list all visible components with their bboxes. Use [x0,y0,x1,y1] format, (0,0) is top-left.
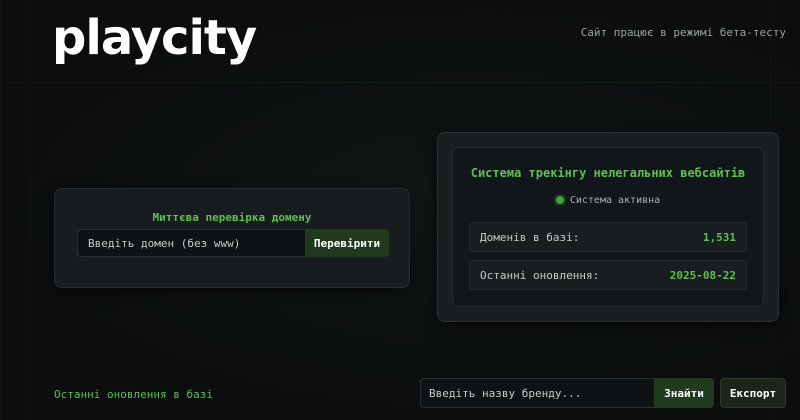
quick-check-card: Миттєва перевірка домену Перевірити [54,188,410,288]
stat-label: Останні оновлення: [480,269,600,282]
stat-value: 2025-08-22 [669,269,736,282]
system-status: Система активна [453,195,763,206]
playcity-logo[interactable]: playcity [52,10,257,66]
domain-input[interactable] [77,229,305,257]
grid-line [30,0,31,420]
brand-search-input[interactable] [420,378,654,408]
status-label: Система активна [569,195,661,206]
tracker-card: Система трекінгу нелегальних вебсайтів С… [437,132,779,322]
stat-value: 1,531 [702,231,736,244]
stat-label: Доменів в базі: [480,231,580,244]
find-button[interactable]: Знайти [654,378,714,408]
tracker-title: Система трекінгу нелегальних вебсайтів [470,166,746,180]
quick-check-title: Миттєва перевірка домену [152,211,312,224]
grid-line [0,82,800,83]
recent-updates-heading: Останні оновлення в базі [54,388,213,401]
stat-domains-count: Доменів в базі: 1,531 [469,222,747,252]
status-dot-icon [555,196,564,204]
check-button[interactable]: Перевірити [305,229,389,257]
beta-notice: Сайт працює в режимі бета-тесту [580,26,786,39]
stat-last-update: Останні оновлення: 2025-08-22 [469,260,747,290]
tracker-panel: Система трекінгу нелегальних вебсайтів С… [452,147,764,307]
export-button[interactable]: Експорт [720,378,786,408]
